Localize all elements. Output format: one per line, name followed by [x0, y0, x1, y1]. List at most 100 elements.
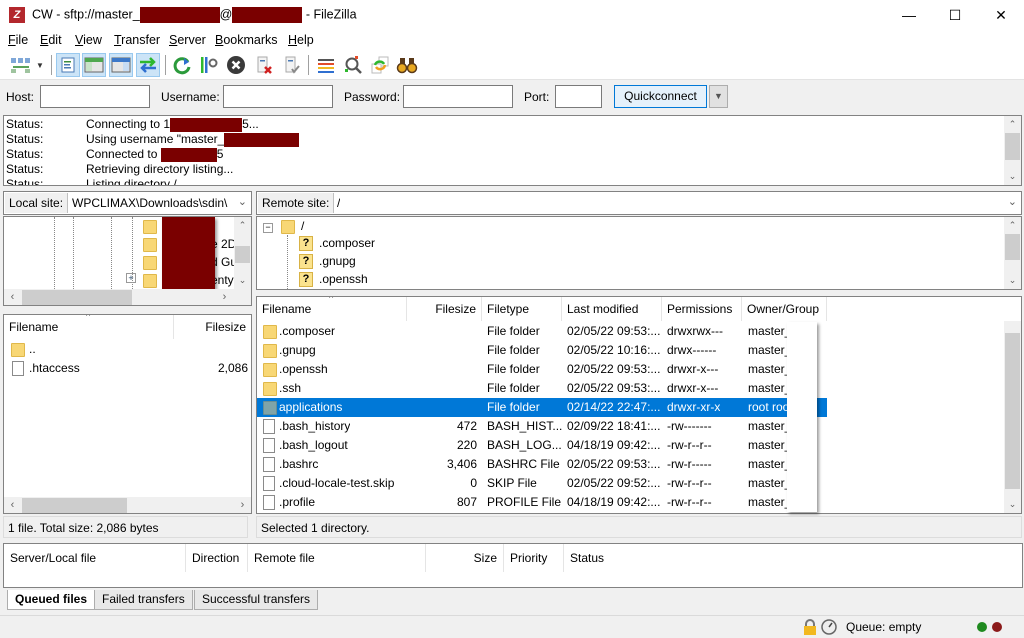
disconnect-button[interactable] [252, 53, 276, 77]
remote-file-list[interactable]: Filename Filesize Filetype Last modified… [256, 296, 1022, 514]
expand-icon[interactable]: + [126, 273, 136, 283]
tree-node[interactable]: ? .openssh [299, 272, 368, 288]
menu-transfer[interactable]: Transfer [114, 33, 160, 47]
remote-file-row[interactable]: .gnupg File folder 02/05/22 10:16:... drwx-… [257, 341, 1005, 360]
toolbar: ▼ [0, 50, 1024, 80]
file-icon [263, 438, 275, 454]
cell-perms: -rw-r--r-- [667, 476, 712, 490]
remote-list-scrollbar[interactable]: ⌄ [1004, 321, 1021, 513]
remote-col-filetype[interactable]: Filetype [482, 297, 562, 321]
local-path-input[interactable]: WPCLIMAX\Downloads\sdin\ [72, 196, 232, 210]
queue-col-direction[interactable]: Direction [186, 544, 248, 572]
cancel-operation-button[interactable] [224, 53, 248, 77]
quickconnect-dropdown-button[interactable]: ▼ [709, 85, 728, 108]
remote-file-row[interactable]: .bash_history 472 BASH_HIST... 02/09/22 18:… [257, 417, 1005, 436]
search-remote-files-button[interactable] [395, 53, 419, 77]
menu-help[interactable]: Help [288, 33, 314, 47]
menu-bookmarks[interactable]: Bookmarks [215, 33, 278, 47]
queue-col-priority[interactable]: Priority [504, 544, 564, 572]
quickconnect-bar: Host: Username: Password: Port: Quickcon… [0, 80, 1024, 114]
local-col-filesize[interactable]: Filesize [174, 315, 251, 339]
local-directory-tree[interactable]: e 2D d Gu + enty ⌃ ⌄ ‹ › [3, 216, 252, 306]
queue-col-remote-file[interactable]: Remote file [248, 544, 426, 572]
toggle-transfer-queue-button[interactable] [136, 53, 160, 77]
queue-col-server-local-file[interactable]: Server/Local file [4, 544, 186, 572]
remote-file-row[interactable]: .cloud-locale-test.skip 0 SKIP File 02/05/2… [257, 474, 1005, 493]
queue-col-size[interactable]: Size [426, 544, 504, 572]
log-scrollbar[interactable]: ⌃ ⌄ [1004, 116, 1021, 185]
cell-modified: 02/05/22 09:52:... [567, 476, 661, 490]
tree-node[interactable]: ? .gnupg [299, 254, 356, 270]
port-label: Port: [524, 90, 550, 104]
cell-modified: 02/05/22 09:53:... [567, 381, 661, 395]
synchronized-browsing-button[interactable] [368, 53, 392, 77]
tree-line [73, 217, 74, 289]
site-manager-dropdown[interactable]: ▼ [34, 53, 46, 77]
menu-edit[interactable]: Edit [40, 33, 62, 47]
remote-directory-tree[interactable]: − / ? .composer ? .gnupg ? .openssh ⌃ ⌄ [256, 216, 1022, 290]
remote-col-permissions[interactable]: Permissions [662, 297, 742, 321]
tree-node[interactable]: ? .composer [299, 236, 375, 252]
remote-file-row[interactable]: .profile 807 PROFILE File 04/18/19 09:42:..… [257, 493, 1005, 512]
quickconnect-button[interactable]: Quickconnect [614, 85, 707, 108]
queue-col-status[interactable]: Status [564, 544, 684, 572]
process-queue-button[interactable] [196, 53, 220, 77]
redacted-owner-overlay [787, 322, 817, 512]
unknown-folder-icon: ? [299, 254, 313, 270]
remote-file-row[interactable]: .composer File folder 02/05/22 09:53:... dr… [257, 322, 1005, 341]
chevron-down-icon[interactable]: ⌄ [238, 195, 247, 208]
disconnect-icon [257, 56, 272, 74]
menu-view[interactable]: View [75, 33, 102, 47]
compare-directories-button[interactable] [341, 53, 365, 77]
remote-file-row[interactable]: applications File folder 02/14/22 22:47:..… [257, 398, 827, 417]
menu-server[interactable]: Server [169, 33, 206, 47]
password-input[interactable] [403, 85, 513, 108]
directory-filters-button[interactable] [314, 53, 338, 77]
reconnect-icon [285, 56, 300, 74]
menu-file[interactable]: File [8, 33, 28, 47]
refresh-button[interactable] [170, 53, 194, 77]
menu-bar: File Edit View Transfer Server Bookmarks… [0, 31, 1024, 50]
minimize-button[interactable]: — [886, 0, 932, 31]
remote-col-owner-group[interactable]: Owner/Group [742, 297, 827, 321]
maximize-button[interactable]: ☐ [932, 0, 978, 31]
reconnect-button[interactable] [280, 53, 304, 77]
chevron-down-icon[interactable]: ⌄ [1008, 195, 1017, 208]
collapse-icon[interactable]: − [263, 223, 273, 233]
local-list-hscrollbar[interactable]: ‹ › [4, 497, 251, 513]
remote-file-row[interactable]: .ssh File folder 02/05/22 09:53:... drwxr-x… [257, 379, 1005, 398]
cell-modified: 04/18/19 09:42:... [567, 438, 661, 452]
local-file-list[interactable]: Filename Filesize ^ .. .htaccess 2,086 ‹… [3, 314, 252, 514]
remote-file-row[interactable]: .bash_logout 220 BASH_LOG... 04/18/19 09:42… [257, 436, 1005, 455]
remote-path-input[interactable]: / [337, 196, 340, 210]
toggle-message-log-button[interactable] [56, 53, 80, 77]
tab-failed-transfers[interactable]: Failed transfers [94, 590, 193, 610]
transfer-queue[interactable]: Server/Local file Direction Remote file … [3, 543, 1023, 588]
tab-successful-transfers[interactable]: Successful transfers [194, 590, 319, 610]
local-file-row[interactable]: .. [4, 340, 251, 359]
port-input[interactable] [555, 85, 602, 108]
close-button[interactable]: ✕ [978, 0, 1024, 31]
cell-modified: 04/18/19 09:42:... [567, 495, 661, 509]
remote-tree-scrollbar[interactable]: ⌃ ⌄ [1004, 217, 1021, 289]
synchronized-browsing-icon [371, 56, 389, 74]
host-input[interactable] [40, 85, 150, 108]
tree-node[interactable]: / [281, 219, 304, 234]
local-tree-hscrollbar[interactable]: ‹ › [4, 289, 251, 305]
toggle-local-tree-button[interactable] [82, 53, 106, 77]
remote-col-last-modified[interactable]: Last modified [562, 297, 662, 321]
local-status: 1 file. Total size: 2,086 bytes [3, 516, 248, 538]
username-input[interactable] [223, 85, 333, 108]
remote-file-row[interactable]: .bashrc 3,406 BASHRC File 02/05/22 09:53:..… [257, 455, 1005, 474]
local-tree-scrollbar[interactable]: ⌃ ⌄ [234, 217, 251, 289]
speed-limit-icon[interactable] [821, 619, 837, 638]
tab-queued-files[interactable]: Queued files [7, 590, 96, 610]
remote-col-filesize[interactable]: Filesize [407, 297, 482, 321]
remote-file-row[interactable]: .openssh File folder 02/05/22 09:53:... drw… [257, 360, 1005, 379]
tree-folder[interactable] [143, 219, 157, 234]
cell-size: 807 [456, 495, 477, 509]
site-manager-button[interactable] [6, 53, 36, 77]
local-file-row[interactable]: .htaccess 2,086 [4, 359, 251, 378]
lock-icon [802, 619, 818, 638]
toggle-remote-tree-button[interactable] [109, 53, 133, 77]
